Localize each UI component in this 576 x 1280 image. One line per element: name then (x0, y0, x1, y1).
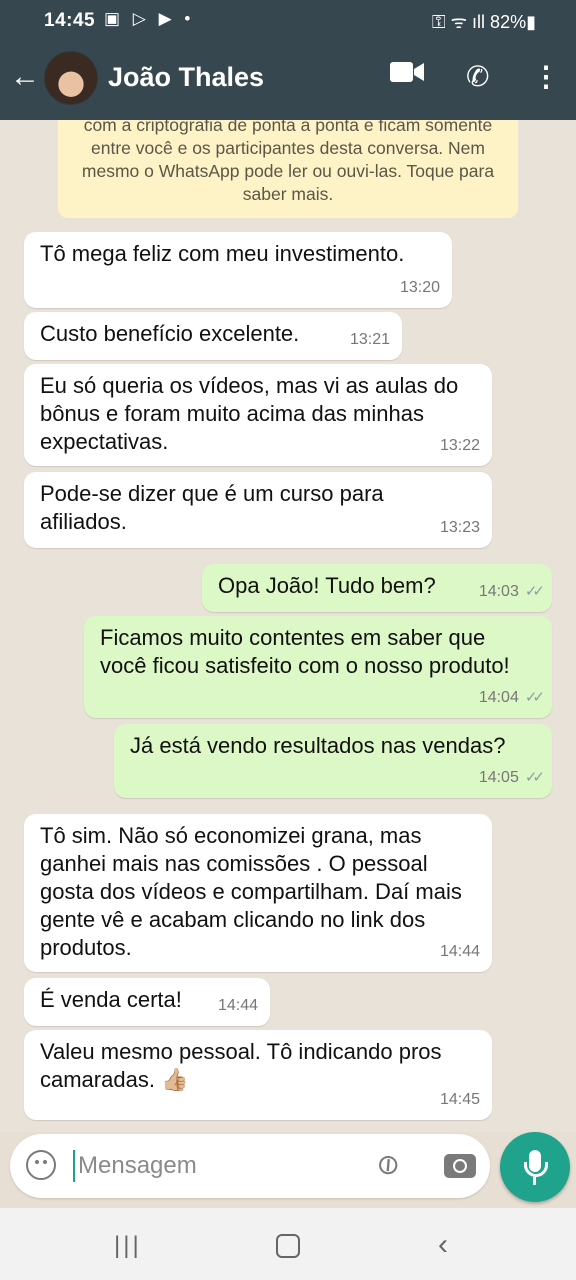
message-time: 13:22 (439, 437, 480, 454)
back-icon[interactable]: ‹ (438, 1228, 448, 1262)
message-bubble[interactable]: Eu só queria os vídeos, mas vi as aulas … (24, 364, 492, 466)
message-time: 14:03 ✓✓ (478, 583, 545, 600)
recent-apps-icon[interactable]: ||| (114, 1232, 142, 1260)
message-bubble[interactable]: Ficamos muito contentes em saber que voc… (84, 616, 552, 718)
message-time: 13:20 (399, 279, 440, 296)
message-text: Tô sim. Não só economizei grana, mas gan… (40, 823, 462, 960)
message-time: 14:04 ✓✓ (478, 689, 545, 706)
system-nav-bar: ||| ‹ (0, 1208, 576, 1280)
message-text: Custo benefício excelente. (40, 321, 300, 346)
message-time: 14:05 ✓✓ (478, 769, 545, 786)
message-bubble[interactable]: Pode-se dizer que é um curso para afilia… (24, 472, 492, 548)
message-text: Pode-se dizer que é um curso para afilia… (40, 481, 384, 534)
status-bar: 14:45 ▣ ▷ ▶ • ⚿ ᯤ ıll 82%▮ (0, 0, 576, 42)
message-time: 13:21 (349, 331, 390, 348)
chat-header: ← João Thales ✆ ⋮ (0, 42, 576, 120)
camera-icon[interactable] (444, 1154, 476, 1178)
message-bubble[interactable]: Já está vendo resultados nas vendas? 14:… (114, 724, 552, 798)
status-right-icons: ⚿ ᯤ ıll 82%▮ (431, 12, 536, 32)
attach-icon[interactable]: ⊘ (368, 1144, 407, 1184)
message-bubble[interactable]: Opa João! Tudo bem? 14:03 ✓✓ (202, 564, 552, 612)
message-bubble[interactable]: Custo benefício excelente. 13:21 (24, 312, 402, 360)
read-ticks-icon: ✓✓ (524, 583, 545, 600)
notification-icons: ▣ ▷ ▶ • (104, 9, 195, 28)
message-time: 14:44 (439, 943, 480, 960)
encryption-notice[interactable]: com a criptografia de ponta a ponta e fi… (58, 120, 518, 218)
home-icon[interactable] (276, 1234, 300, 1258)
read-ticks-icon: ✓✓ (524, 689, 545, 706)
message-bubble[interactable]: Tô mega feliz com meu investimento. 13:2… (24, 232, 452, 308)
microphone-icon-stand (524, 1162, 548, 1177)
message-text: Valeu mesmo pessoal. Tô indicando pros c… (40, 1039, 442, 1092)
message-text: Eu só queria os vídeos, mas vi as aulas … (40, 373, 459, 454)
voice-message-button[interactable] (500, 1132, 570, 1202)
message-input[interactable]: Mensagem (78, 1152, 197, 1180)
message-time: 14:45 (439, 1091, 480, 1108)
message-bubble[interactable]: Valeu mesmo pessoal. Tô indicando pros c… (24, 1030, 492, 1120)
microphone-icon-base (533, 1177, 536, 1185)
message-composer: Mensagem ⊘ (10, 1134, 490, 1198)
back-arrow-icon[interactable]: ← (10, 60, 40, 94)
message-text: Ficamos muito contentes em saber que voc… (100, 625, 510, 678)
video-call-icon[interactable] (390, 60, 424, 84)
text-cursor (73, 1150, 75, 1182)
contact-name[interactable]: João Thales (108, 62, 264, 93)
emoji-icon[interactable] (26, 1150, 56, 1180)
status-time: 14:45 (44, 10, 96, 31)
more-options-icon[interactable]: ⋮ (532, 60, 560, 93)
phone-call-icon[interactable]: ✆ (466, 60, 489, 93)
message-text: Já está vendo resultados nas vendas? (130, 733, 506, 758)
read-ticks-icon: ✓✓ (524, 769, 545, 786)
message-bubble[interactable]: Tô sim. Não só economizei grana, mas gan… (24, 814, 492, 972)
avatar[interactable] (44, 51, 98, 105)
message-time: 13:23 (439, 519, 480, 536)
message-time: 14:44 (217, 997, 258, 1014)
message-bubble[interactable]: É venda certa! 14:44 (24, 978, 270, 1026)
message-list[interactable]: com a criptografia de ponta a ponta e fi… (0, 120, 576, 1132)
message-text: Tô mega feliz com meu investimento. (40, 241, 405, 266)
